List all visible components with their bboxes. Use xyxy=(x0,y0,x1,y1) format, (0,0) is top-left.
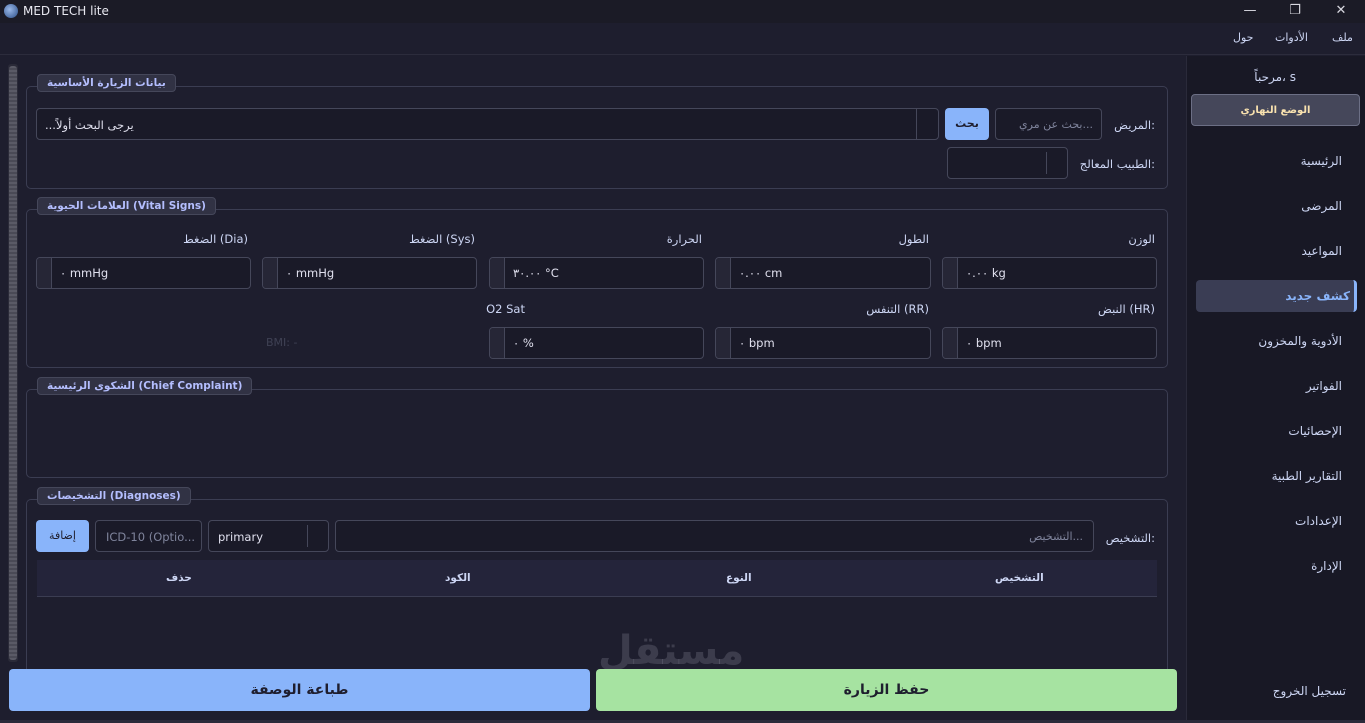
maximize-button[interactable]: ❐ xyxy=(1272,0,1318,23)
column-type[interactable]: النوع xyxy=(726,572,752,584)
combo-divider xyxy=(1046,152,1047,174)
icd-code-placeholder: ICD-10 (Optio... xyxy=(106,530,196,544)
combo-divider xyxy=(307,525,308,547)
minimize-button[interactable]: — xyxy=(1227,0,1273,23)
menu-bar xyxy=(0,23,1365,55)
temperature-spinbox[interactable]: ٣٠.٠٠ °C xyxy=(489,257,704,289)
visit-data-title: بيانات الزيارة الأساسية xyxy=(37,74,176,92)
heart-rate-value: ٠ bpm xyxy=(966,336,1002,350)
diagnosis-label: التشخيص: xyxy=(1105,531,1155,545)
combo-divider xyxy=(916,109,917,139)
sidebar-item-reports[interactable]: التقارير الطبية xyxy=(1196,460,1346,492)
app-logo-icon xyxy=(4,4,18,18)
temperature-value: ٣٠.٠٠ °C xyxy=(513,266,559,280)
sidebar-item-invoices[interactable]: الفواتير xyxy=(1196,370,1346,402)
welcome-text: مرحباً، s xyxy=(1254,70,1296,84)
diagnosis-placeholder: التشخيص... xyxy=(1029,530,1083,543)
sidebar-item-settings[interactable]: الإعدادات xyxy=(1196,505,1346,537)
diagnosis-input[interactable]: التشخيص... xyxy=(335,520,1094,552)
o2-sat-label: O2 Sat xyxy=(486,302,525,316)
spin-button[interactable] xyxy=(263,258,278,288)
print-prescription-button[interactable]: طباعة الوصفة xyxy=(9,669,590,711)
systolic-value: ٠ mmHg xyxy=(286,266,335,280)
title-bar xyxy=(0,0,1365,23)
spin-button[interactable] xyxy=(37,258,52,288)
watermark-logo: مستقل xyxy=(598,628,745,674)
patient-label: المريض: xyxy=(1114,118,1155,132)
diagnosis-type-value: primary xyxy=(218,530,264,544)
respiration-value: ٠ bpm xyxy=(739,336,775,350)
sidebar-item-medicines[interactable]: الأدوية والمخزون xyxy=(1196,325,1346,357)
sidebar-item-statistics[interactable]: الإحصائيات xyxy=(1196,415,1346,447)
add-diagnosis-button[interactable]: إضافة xyxy=(36,520,89,552)
doctor-label: الطبيب المعالج: xyxy=(1079,157,1155,171)
temperature-label: الحرارة xyxy=(666,232,702,246)
sidebar-item-patients[interactable]: المرضى xyxy=(1196,190,1346,222)
save-visit-button[interactable]: حفظ الزيارة xyxy=(596,669,1177,711)
diastolic-label: الضغط (Dia) xyxy=(183,232,248,246)
menu-tools[interactable]: الأدوات xyxy=(1275,31,1308,44)
complaint-textarea[interactable] xyxy=(30,398,1163,472)
diastolic-value: ٠ mmHg xyxy=(60,266,109,280)
close-button[interactable]: ✕ xyxy=(1318,0,1364,23)
diagnoses-title: التشخيصات (Diagnoses) xyxy=(37,487,191,505)
diagnosis-type-select[interactable]: primary xyxy=(208,520,329,552)
diastolic-spinbox[interactable]: ٠ mmHg xyxy=(36,257,251,289)
patient-search-placeholder: بحث عن مري... xyxy=(1019,118,1093,131)
spin-button[interactable] xyxy=(943,328,958,358)
patient-combo-value: ...يرجى البحث أولاً xyxy=(45,118,134,132)
respiration-spinbox[interactable]: ٠ bpm xyxy=(715,327,931,359)
diagnoses-table-body xyxy=(37,597,1157,663)
weight-spinbox[interactable]: ٠.٠٠ kg xyxy=(942,257,1157,289)
systolic-spinbox[interactable]: ٠ mmHg xyxy=(262,257,477,289)
theme-toggle-button[interactable]: الوضع النهاري xyxy=(1191,94,1360,126)
systolic-label: الضغط (Sys) xyxy=(409,232,475,246)
doctor-combobox[interactable] xyxy=(947,147,1068,179)
sidebar-item-appointments[interactable]: المواعيد xyxy=(1196,235,1346,267)
sidebar-item-new-visit[interactable]: كشف جديد xyxy=(1196,280,1357,312)
diagnoses-table-header xyxy=(37,560,1157,597)
menu-about[interactable]: حول xyxy=(1233,31,1253,44)
sidebar-item-home[interactable]: الرئيسية xyxy=(1196,145,1346,177)
sidebar-item-admin[interactable]: الإدارة xyxy=(1196,550,1346,582)
weight-value: ٠.٠٠ kg xyxy=(966,266,1006,280)
o2-sat-spinbox[interactable]: ٠ % xyxy=(489,327,704,359)
complaint-title: الشكوى الرئيسية (Chief Complaint) xyxy=(37,377,253,395)
scrollbar-thumb[interactable] xyxy=(9,66,17,660)
spin-button[interactable] xyxy=(490,258,505,288)
heart-rate-spinbox[interactable]: ٠ bpm xyxy=(942,327,1157,359)
spin-button[interactable] xyxy=(716,328,731,358)
patient-search-input[interactable]: بحث عن مري... xyxy=(995,108,1102,140)
logout-button[interactable]: تسجيل الخروج xyxy=(1200,684,1346,698)
heart-rate-label: النبض (HR) xyxy=(1097,302,1155,316)
patient-combobox[interactable]: ...يرجى البحث أولاً xyxy=(36,108,939,140)
icd-code-input[interactable]: ICD-10 (Optio... xyxy=(95,520,202,552)
window-title: MED TECH lite xyxy=(23,4,109,18)
weight-label: الوزن xyxy=(1128,232,1155,246)
vitals-title: العلامات الحيوية (Vital Signs) xyxy=(37,197,216,215)
patient-search-button[interactable]: بحث xyxy=(945,108,989,140)
menu-file[interactable]: ملف xyxy=(1332,31,1353,44)
bmi-readout: BMI: - xyxy=(266,336,298,349)
spin-button[interactable] xyxy=(943,258,958,288)
spin-button[interactable] xyxy=(716,258,731,288)
spin-button[interactable] xyxy=(490,328,505,358)
column-diagnosis[interactable]: التشخيص xyxy=(995,572,1044,584)
height-label: الطول xyxy=(898,232,929,246)
column-code[interactable]: الكود xyxy=(445,572,471,584)
respiration-label: التنفس (RR) xyxy=(866,302,929,316)
o2-sat-value: ٠ % xyxy=(513,336,534,350)
height-value: ٠.٠٠ cm xyxy=(739,266,783,280)
column-delete[interactable]: حذف xyxy=(166,572,192,584)
height-spinbox[interactable]: ٠.٠٠ cm xyxy=(715,257,931,289)
